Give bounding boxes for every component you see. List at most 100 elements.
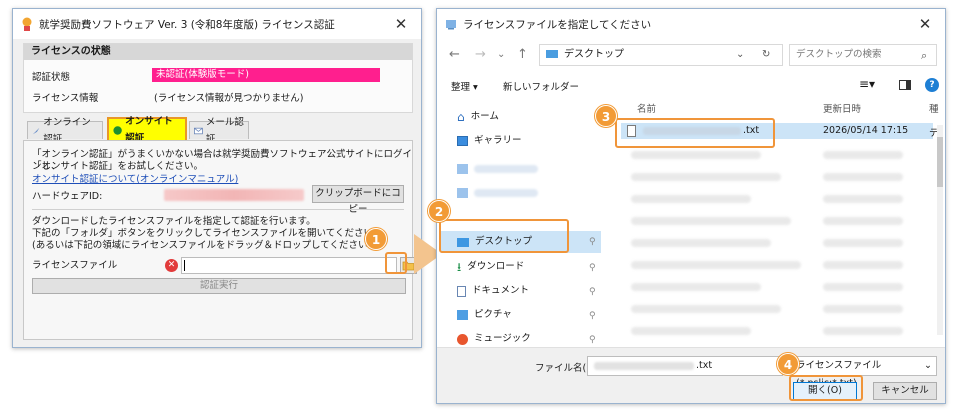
title-bar: 就学奨励費ソフトウェア Ver. 3 (令和8年度版) ライセンス認証 ✕ bbox=[13, 9, 421, 39]
file-type-filter[interactable]: ライセンスファイル(*.pslic;*.txt) ⌄ bbox=[789, 356, 937, 389]
back-icon[interactable]: ← bbox=[449, 47, 460, 62]
view-options-icon[interactable]: ≡▾ bbox=[859, 77, 875, 91]
green-dot-icon bbox=[113, 125, 122, 135]
sidebar-item-downloads[interactable]: ⭳ ダウンロード bbox=[457, 257, 524, 277]
vertical-scrollbar[interactable] bbox=[937, 125, 943, 335]
status-label: 認証状態 bbox=[32, 72, 71, 83]
list-item[interactable] bbox=[823, 151, 903, 159]
list-item[interactable] bbox=[631, 327, 751, 335]
list-item[interactable] bbox=[823, 195, 903, 203]
sidebar-item-home[interactable]: ⌂ ホーム bbox=[457, 107, 499, 127]
refresh-icon[interactable]: ↻ bbox=[762, 45, 770, 65]
list-item[interactable] bbox=[823, 283, 903, 291]
step-badge-1: 1 bbox=[365, 228, 387, 250]
address-bar[interactable]: デスクトップ ⌄ ↻ bbox=[539, 44, 783, 66]
open-button-highlight bbox=[789, 375, 863, 401]
list-item[interactable] bbox=[823, 261, 903, 269]
sidebar-item-music[interactable]: ミュージック bbox=[457, 329, 531, 349]
download-icon: ⭳ bbox=[457, 260, 462, 274]
pin-icon: ⚲ bbox=[589, 335, 596, 345]
close-button[interactable]: ✕ bbox=[381, 9, 421, 39]
organize-button[interactable]: 整理 ▾ bbox=[451, 79, 478, 93]
sidebar-label-documents: ドキュメント bbox=[472, 285, 530, 296]
music-icon bbox=[457, 333, 468, 345]
file-open-dialog: ライセンスファイルを指定してください ✕ ← → ⌄ ↑ デスクトップ ⌄ ↻ … bbox=[436, 8, 946, 404]
file-highlight bbox=[615, 118, 775, 148]
file-dialog-title-bar: ライセンスファイルを指定してください ✕ bbox=[437, 9, 945, 39]
search-icon: ⌕ bbox=[921, 49, 928, 62]
sidebar-item-pictures[interactable]: ピクチャ bbox=[457, 305, 512, 325]
license-file-input[interactable] bbox=[181, 257, 397, 274]
blurred-icon bbox=[457, 188, 468, 198]
sidebar-label-gallery: ギャラリー bbox=[474, 135, 522, 146]
tab-onsite[interactable]: オンサイト認証 bbox=[107, 116, 187, 144]
desktop-highlight bbox=[439, 219, 569, 253]
sidebar-label-home: ホーム bbox=[470, 111, 499, 122]
tab-bar: オンライン認証 オンサイト認証 メール認証 bbox=[23, 116, 413, 145]
help-icon[interactable]: ? bbox=[925, 78, 939, 92]
list-item[interactable] bbox=[823, 305, 903, 313]
list-item[interactable] bbox=[823, 217, 903, 225]
list-item[interactable] bbox=[823, 327, 903, 335]
forward-icon[interactable]: → bbox=[475, 47, 486, 62]
tab-mail[interactable]: メール認証 bbox=[189, 117, 249, 145]
manual-link[interactable]: オンサイト認証について(オンラインマニュアル) bbox=[32, 174, 238, 186]
instruction-line-2: 下記の「フォルダ」ボタンをクリックしてライセンスファイルを開いてください。 bbox=[32, 228, 383, 239]
list-item[interactable] bbox=[631, 195, 751, 203]
hardware-id-label: ハードウェアID: bbox=[32, 191, 103, 202]
list-item[interactable] bbox=[823, 173, 903, 181]
list-item[interactable] bbox=[631, 305, 781, 313]
search-input[interactable]: デスクトップの検索 bbox=[789, 44, 937, 66]
sidebar-item-gallery[interactable]: ギャラリー bbox=[457, 131, 522, 151]
sidebar-item-blurred-1[interactable] bbox=[457, 159, 538, 179]
hardware-id-value bbox=[164, 189, 304, 201]
sidebar-label-music: ミュージック bbox=[474, 333, 531, 344]
mail-icon bbox=[194, 127, 203, 134]
new-folder-button[interactable]: 新しいフォルダー bbox=[503, 79, 579, 93]
preview-pane-icon[interactable] bbox=[899, 80, 911, 90]
license-file-label: ライセンスファイル bbox=[32, 260, 118, 271]
dialog-title: 就学奨励費ソフトウェア Ver. 3 (令和8年度版) ライセンス認証 bbox=[39, 18, 335, 31]
history-chevron-icon[interactable]: ⌄ bbox=[497, 49, 505, 60]
list-item[interactable] bbox=[631, 217, 791, 225]
section-title: ライセンスの状態 bbox=[24, 44, 412, 60]
status-value: 未認証(体験版モード) bbox=[152, 68, 380, 82]
run-auth-button[interactable]: 認証実行 bbox=[32, 278, 406, 294]
copy-clipboard-button[interactable]: クリップボードにコピー bbox=[312, 185, 404, 215]
divider bbox=[32, 209, 404, 210]
list-item[interactable] bbox=[631, 261, 801, 269]
tab-online[interactable]: オンライン認証 bbox=[27, 117, 103, 145]
list-item[interactable] bbox=[631, 239, 771, 247]
gallery-icon bbox=[457, 136, 468, 146]
toolbar: 整理 ▾ 新しいフォルダー ≡▾ ? bbox=[437, 75, 945, 97]
step-badge-3: 3 bbox=[595, 105, 617, 127]
error-icon: ✕ bbox=[165, 259, 178, 272]
list-item[interactable] bbox=[823, 239, 903, 247]
filename-suffix: .txt bbox=[696, 360, 713, 371]
breadcrumb[interactable]: デスクトップ bbox=[564, 49, 624, 60]
pictures-icon bbox=[457, 310, 468, 320]
pin-icon: ⚲ bbox=[589, 311, 596, 321]
sidebar-item-blurred-2[interactable] bbox=[457, 183, 538, 203]
address-chevron-icon[interactable]: ⌄ bbox=[736, 45, 744, 65]
info-value: (ライセンス情報が見つかりません) bbox=[154, 93, 304, 104]
column-header-date[interactable]: 更新日時 bbox=[823, 101, 861, 115]
list-item[interactable] bbox=[631, 283, 761, 291]
instruction-line-1: ダウンロードしたライセンスファイルを指定して認証を行います。 bbox=[32, 216, 316, 227]
file-dialog-close-button[interactable]: ✕ bbox=[905, 9, 945, 39]
filename-input[interactable]: .txt bbox=[587, 356, 783, 376]
column-header-type[interactable]: 種 bbox=[929, 101, 939, 115]
column-header-name[interactable]: 名前 bbox=[637, 101, 656, 115]
cancel-button[interactable]: キャンセル bbox=[873, 382, 937, 400]
pin-icon: ⚲ bbox=[589, 263, 596, 273]
sidebar-item-documents[interactable]: ドキュメント bbox=[457, 281, 529, 301]
description-line-2: 「オンサイト認証」をお試しください。 bbox=[32, 161, 204, 172]
up-icon[interactable]: ↑ bbox=[517, 47, 528, 62]
list-item[interactable] bbox=[631, 151, 761, 159]
instruction-line-3: (あるいは下記の領域にライセンスファイルをドラッグ＆ドロップしてください。) bbox=[32, 240, 376, 251]
filename-blurred bbox=[594, 362, 694, 370]
list-item[interactable] bbox=[631, 173, 781, 181]
blurred-icon bbox=[457, 164, 468, 174]
sidebar-label-pictures: ピクチャ bbox=[474, 309, 512, 320]
document-icon bbox=[457, 285, 466, 297]
